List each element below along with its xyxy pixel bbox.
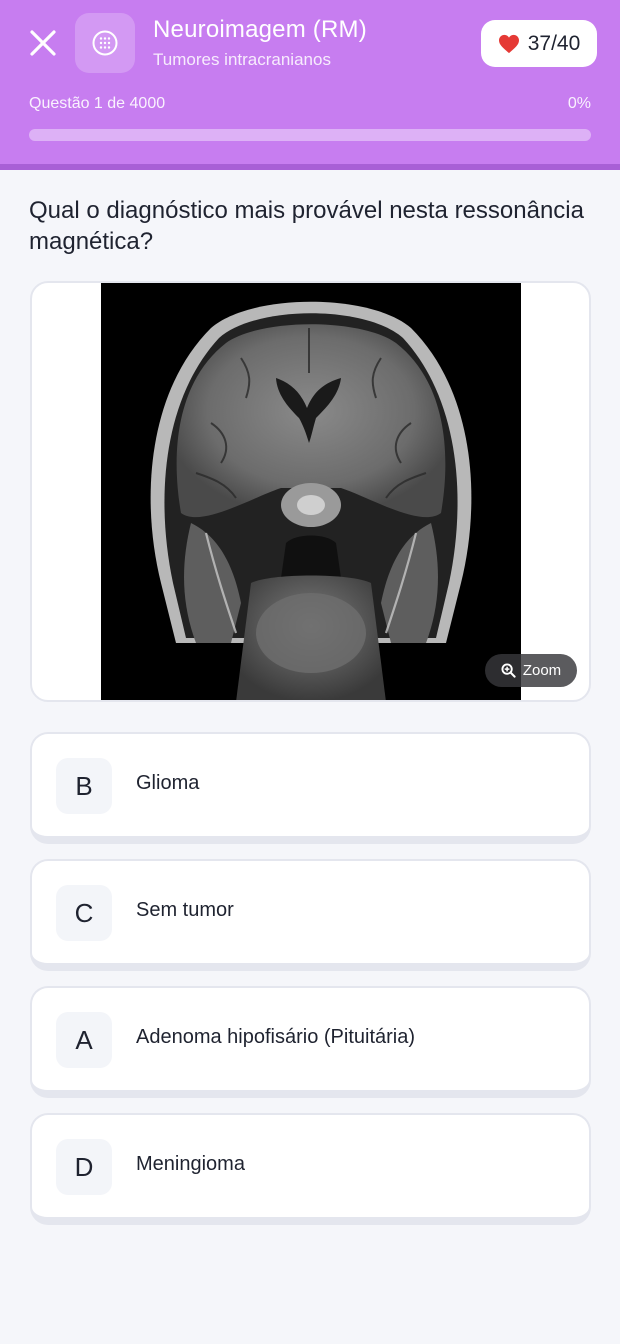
question-image-card[interactable]: Zoom <box>30 281 591 702</box>
zoom-button[interactable]: Zoom <box>485 654 577 687</box>
answer-option-c[interactable]: C Sem tumor <box>30 859 591 971</box>
option-text: Meningioma <box>136 1153 245 1175</box>
topic-title: Neuroimagem (RM) <box>153 16 367 43</box>
answer-option-a[interactable]: A Adenoma hipofisário (Pituitária) <box>30 986 591 1098</box>
close-button[interactable] <box>28 28 58 58</box>
topic-subtitle: Tumores intracranianos <box>153 50 331 69</box>
option-text: Sem tumor <box>136 899 234 921</box>
mri-image <box>101 283 521 700</box>
option-letter: B <box>56 758 112 814</box>
quiz-header: Neuroimagem (RM) Tumores intracranianos … <box>0 0 620 170</box>
option-letter: C <box>56 885 112 941</box>
lives-badge: 37/40 <box>481 20 597 67</box>
zoom-label: Zoom <box>522 662 562 679</box>
option-letter: D <box>56 1139 112 1195</box>
brain-icon <box>92 30 118 56</box>
topic-icon-container <box>75 13 135 73</box>
option-letter: A <box>56 1012 112 1068</box>
question-text: Qual o diagnóstico mais provável nesta r… <box>29 197 584 255</box>
lives-count: 37/40 <box>527 31 581 55</box>
answer-option-b[interactable]: B Glioma <box>30 732 591 844</box>
heart-icon <box>498 34 519 53</box>
close-icon <box>30 30 56 56</box>
zoom-in-icon <box>501 663 516 678</box>
progress-percent: 0% <box>567 95 591 112</box>
progress-bar <box>29 129 591 141</box>
option-text: Glioma <box>136 772 200 794</box>
progress-label: Questão 1 de 4000 <box>29 95 166 112</box>
option-text: Adenoma hipofisário (Pituitária) <box>136 1026 416 1048</box>
answer-option-d[interactable]: D Meningioma <box>30 1113 591 1225</box>
